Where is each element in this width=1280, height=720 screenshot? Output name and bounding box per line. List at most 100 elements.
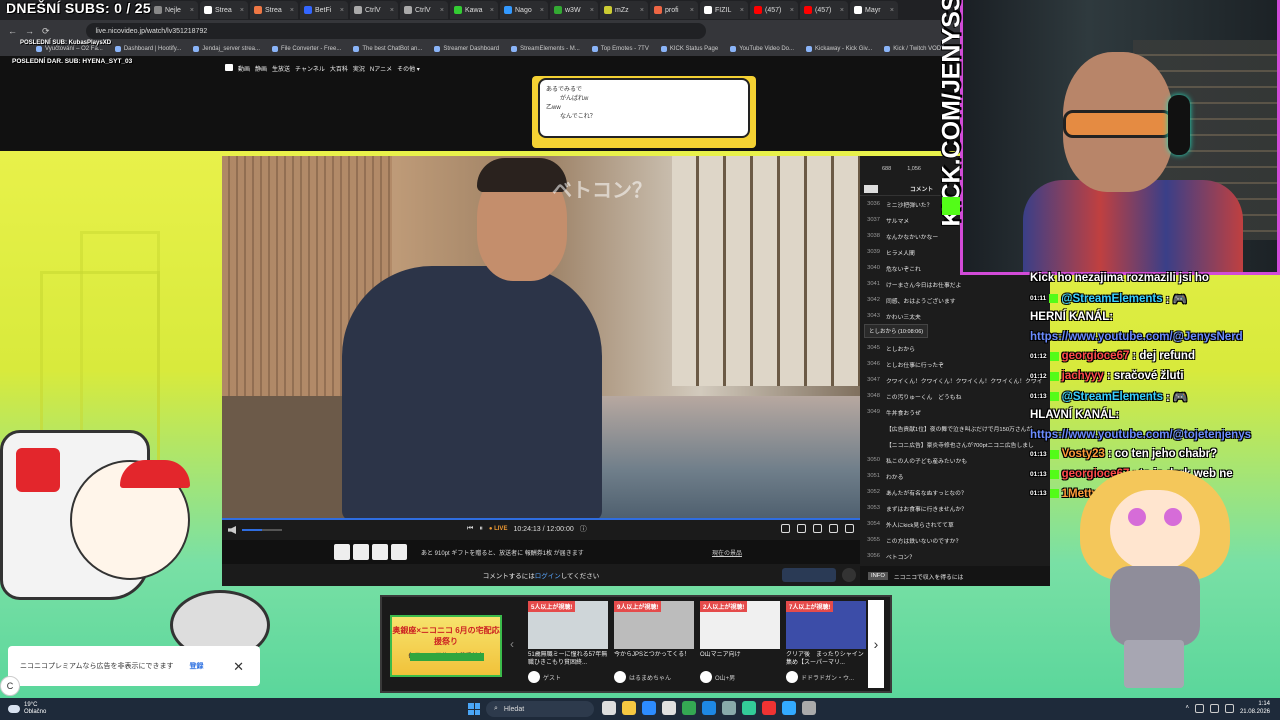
- taskbar-app-icon[interactable]: [762, 701, 776, 715]
- browser-tab[interactable]: (457) ×: [800, 1, 848, 19]
- comment-row[interactable]: 3045 としおから: [860, 340, 1050, 356]
- c-icon[interactable]: C: [0, 676, 20, 696]
- comment-row[interactable]: 3048 この汚りゅーくん どうもね: [860, 388, 1050, 404]
- bookmark-item[interactable]: StreamElements - M...: [511, 46, 580, 52]
- comment-row[interactable]: 3052 あんたが有名なぬすっとなの？: [860, 484, 1050, 500]
- bookmark-item[interactable]: Top Emotes - 7TV: [591, 46, 649, 52]
- tab-close-icon[interactable]: ×: [340, 7, 344, 14]
- comment-panel-footer[interactable]: INFO ニコニコで収入を得るには: [860, 566, 1050, 586]
- comment-row[interactable]: 3041 けーまさん今日はお仕事だよ: [860, 276, 1050, 292]
- info-icon[interactable]: ⓘ: [580, 524, 587, 534]
- carousel-next-icon[interactable]: ›: [868, 600, 884, 688]
- taskbar-app-icon[interactable]: [622, 701, 636, 715]
- bookmark-item[interactable]: File Converter - Free...: [272, 46, 341, 52]
- back-icon[interactable]: ←: [8, 26, 17, 36]
- browser-tab[interactable]: Kawa ×: [450, 1, 498, 19]
- browser-tab[interactable]: Strea ×: [250, 1, 298, 19]
- network-icon[interactable]: [1194, 703, 1204, 713]
- nico-nav-item[interactable]: 動画: [238, 64, 250, 73]
- tab-close-icon[interactable]: ×: [540, 7, 544, 14]
- browser-tab[interactable]: profi ×: [650, 1, 698, 19]
- browser-tab[interactable]: CtrlV ×: [400, 1, 448, 19]
- browser-tab[interactable]: Strea ×: [200, 1, 248, 19]
- fullscreen-icon[interactable]: [813, 524, 822, 533]
- chat-username[interactable]: georgioce67: [1062, 350, 1130, 362]
- battery-icon[interactable]: [1224, 703, 1234, 713]
- forward-icon[interactable]: →: [25, 26, 34, 36]
- pip-icon[interactable]: [797, 524, 806, 533]
- tab-close-icon[interactable]: ×: [290, 7, 294, 14]
- reload-stream-icon[interactable]: [829, 524, 838, 533]
- send-comment-button[interactable]: [782, 568, 836, 582]
- comment-row[interactable]: 3053 まずはお食事に行きませんか？: [860, 500, 1050, 516]
- nico-nav-item[interactable]: 生放送: [272, 64, 290, 73]
- ranking-icon[interactable]: [353, 544, 369, 560]
- tab-close-icon[interactable]: ×: [390, 7, 394, 14]
- bookmark-item[interactable]: Vyučtování – O2 Fa...: [36, 46, 103, 52]
- bookmark-item[interactable]: Kickaway - Kick Giv...: [806, 46, 872, 52]
- close-icon[interactable]: ✕: [233, 659, 244, 675]
- chat-username[interactable]: jachyyy: [1062, 370, 1104, 382]
- chat-link[interactable]: https://www.youtube.com/@JenysNerd: [1030, 331, 1243, 343]
- recommendation-card[interactable]: 2人以上が視聴! O山マニア向け O山+男: [700, 601, 780, 689]
- comment-row[interactable]: 3054 外人にkick見らされてて草: [860, 516, 1050, 532]
- current-prize-link[interactable]: 現在の景品: [712, 548, 742, 557]
- taskbar-app-icon[interactable]: [662, 701, 676, 715]
- top-thumbnail[interactable]: あるでみるで がんばれw 乙ww なんでこれ？: [532, 76, 756, 148]
- chat-username[interactable]: @StreamElements: [1062, 391, 1163, 403]
- taskbar-app-icon[interactable]: [702, 701, 716, 715]
- browser-tab[interactable]: CtrlV ×: [350, 1, 398, 19]
- bookmark-item[interactable]: Jendaj_server strea...: [193, 46, 260, 52]
- tab-close-icon[interactable]: ×: [790, 7, 794, 14]
- magnifier-icon[interactable]: [842, 568, 856, 582]
- comment-row[interactable]: 3049 牛丼食おうぜ: [860, 404, 1050, 420]
- nico-nav-item[interactable]: Nアニメ: [370, 64, 392, 73]
- url-field[interactable]: live.nicovideo.jp/watch/lv351218792: [85, 23, 706, 39]
- taskbar-app-icon[interactable]: [802, 701, 816, 715]
- comment-row[interactable]: 3051 わかる: [860, 468, 1050, 484]
- tab-close-icon[interactable]: ×: [840, 7, 844, 14]
- recommendation-card[interactable]: 5人以上が視聴! 51歳無職ミーに憧れる57年無職ひきこもり貧困終... ゲスト: [528, 601, 608, 689]
- bookmark-item[interactable]: Streamer Dashboard: [434, 46, 499, 52]
- tab-close-icon[interactable]: ×: [740, 7, 744, 14]
- comment-row[interactable]: 3047 クワイくん！クワイくん！クワイくん！クワイくん！クワイ: [860, 372, 1050, 388]
- rewind-icon[interactable]: ⏮: [467, 525, 473, 533]
- comment-row[interactable]: 【ニコニ広告】豪炎寺修也さんが700ptニコニ広告しまし: [860, 436, 1050, 452]
- video-player[interactable]: ベトコン？: [222, 156, 860, 521]
- browser-tab[interactable]: Nago ×: [500, 1, 548, 19]
- comment-row[interactable]: 3043 かわい三太夫: [860, 308, 1050, 324]
- play-pause-icon[interactable]: ⏸: [479, 525, 483, 533]
- recommendation-card[interactable]: 9人以上が視聴! 今からJPSとつかってくる！ はるまめちゃん: [614, 601, 694, 689]
- browser-tab[interactable]: w3W ×: [550, 1, 598, 19]
- taskbar-app-icon[interactable]: [682, 701, 696, 715]
- ad-icon[interactable]: [334, 544, 350, 560]
- taskbar-app-icon[interactable]: [722, 701, 736, 715]
- taskbar-app-icon[interactable]: [782, 701, 796, 715]
- login-link[interactable]: ログイン: [535, 570, 561, 580]
- comment-row[interactable]: 3046 としお仕事に行ったぞ: [860, 356, 1050, 372]
- tab-close-icon[interactable]: ×: [190, 7, 194, 14]
- tab-close-icon[interactable]: ×: [690, 7, 694, 14]
- nico-nav-item[interactable]: 静画: [255, 64, 267, 73]
- comment-toggle-icon[interactable]: [781, 524, 790, 533]
- browser-tab[interactable]: mZz ×: [600, 1, 648, 19]
- bookmark-item[interactable]: Dashboard | Hootify...: [114, 46, 181, 52]
- comment-row[interactable]: 3042 同感、おはようございます: [860, 292, 1050, 308]
- gift-icon[interactable]: [391, 544, 407, 560]
- chat-username[interactable]: Vosty23: [1062, 448, 1105, 460]
- tab-close-icon[interactable]: ×: [890, 7, 894, 14]
- tab-close-icon[interactable]: ×: [440, 7, 444, 14]
- comment-row[interactable]: 3055 この方は鉄いないのですか？: [860, 532, 1050, 548]
- tab-close-icon[interactable]: ×: [240, 7, 244, 14]
- reload-icon[interactable]: ⟳: [42, 26, 50, 37]
- nico-nav-item[interactable]: 実況: [353, 64, 365, 73]
- nico-nav-item[interactable]: 大百科: [330, 64, 348, 73]
- clock[interactable]: 1:14 21.08.2026: [1240, 700, 1270, 716]
- party-icon[interactable]: [372, 544, 388, 560]
- nico-nav-item[interactable]: チャンネル: [295, 64, 325, 73]
- taskbar-app-icon[interactable]: [642, 701, 656, 715]
- weather-widget[interactable]: 19°C Oblačno: [8, 702, 46, 716]
- tab-close-icon[interactable]: ×: [640, 7, 644, 14]
- browser-tab[interactable]: BetFi ×: [300, 1, 348, 19]
- home-icon[interactable]: [225, 64, 233, 71]
